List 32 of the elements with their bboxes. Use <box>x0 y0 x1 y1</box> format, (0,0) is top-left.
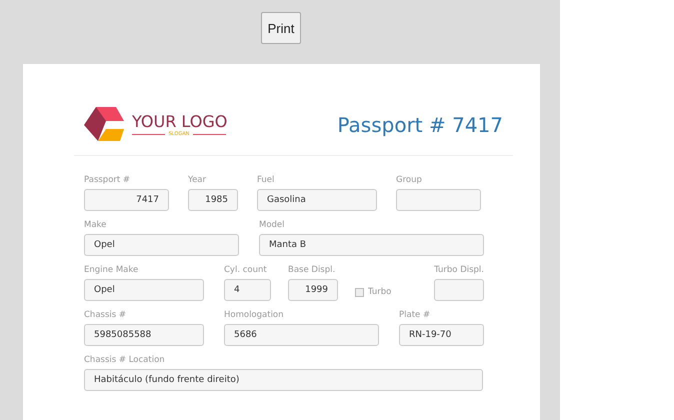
field-label: Engine Make <box>84 264 140 277</box>
input-field[interactable]: RN-19-70 <box>399 324 484 346</box>
input-field[interactable]: Opel <box>84 279 204 301</box>
input-field[interactable]: Habitáculo (fundo frente direito) <box>84 369 483 391</box>
field-label: Year <box>188 174 207 187</box>
field-label: Model <box>259 219 286 232</box>
input-field[interactable]: Opel <box>84 234 239 256</box>
field-label: Make <box>84 219 108 232</box>
input-field[interactable]: 1999 <box>288 279 338 301</box>
input-field[interactable]: 5686 <box>224 324 379 346</box>
input-field[interactable]: 4 <box>224 279 271 301</box>
input-field[interactable]: 7417 <box>84 189 169 211</box>
input-field[interactable]: 1985 <box>188 189 238 211</box>
field-label: Homologation <box>224 309 285 322</box>
field-label: Chassis # Location <box>84 354 166 367</box>
field-label: Group <box>396 174 423 187</box>
input-field[interactable] <box>396 189 481 211</box>
logo-icon <box>84 107 124 143</box>
print-button[interactable]: Print <box>261 12 301 44</box>
input-field[interactable]: Gasolina <box>257 189 377 211</box>
input-field[interactable]: Manta B <box>259 234 484 256</box>
field-label: Plate # <box>399 309 432 322</box>
input-field[interactable]: 5985085588 <box>84 324 204 346</box>
field-label: Turbo Displ. <box>434 264 484 277</box>
field-label: Base Displ. <box>288 264 336 277</box>
logo-name: YOUR LOGO <box>132 113 228 131</box>
input-field[interactable] <box>434 279 484 301</box>
field-label: Cyl. count <box>224 264 268 277</box>
field-label: Fuel <box>257 174 276 187</box>
field-label: Passport # <box>84 174 132 187</box>
field-label: Chassis # <box>84 309 128 322</box>
passport-title: Passport # 7417 <box>337 113 503 137</box>
